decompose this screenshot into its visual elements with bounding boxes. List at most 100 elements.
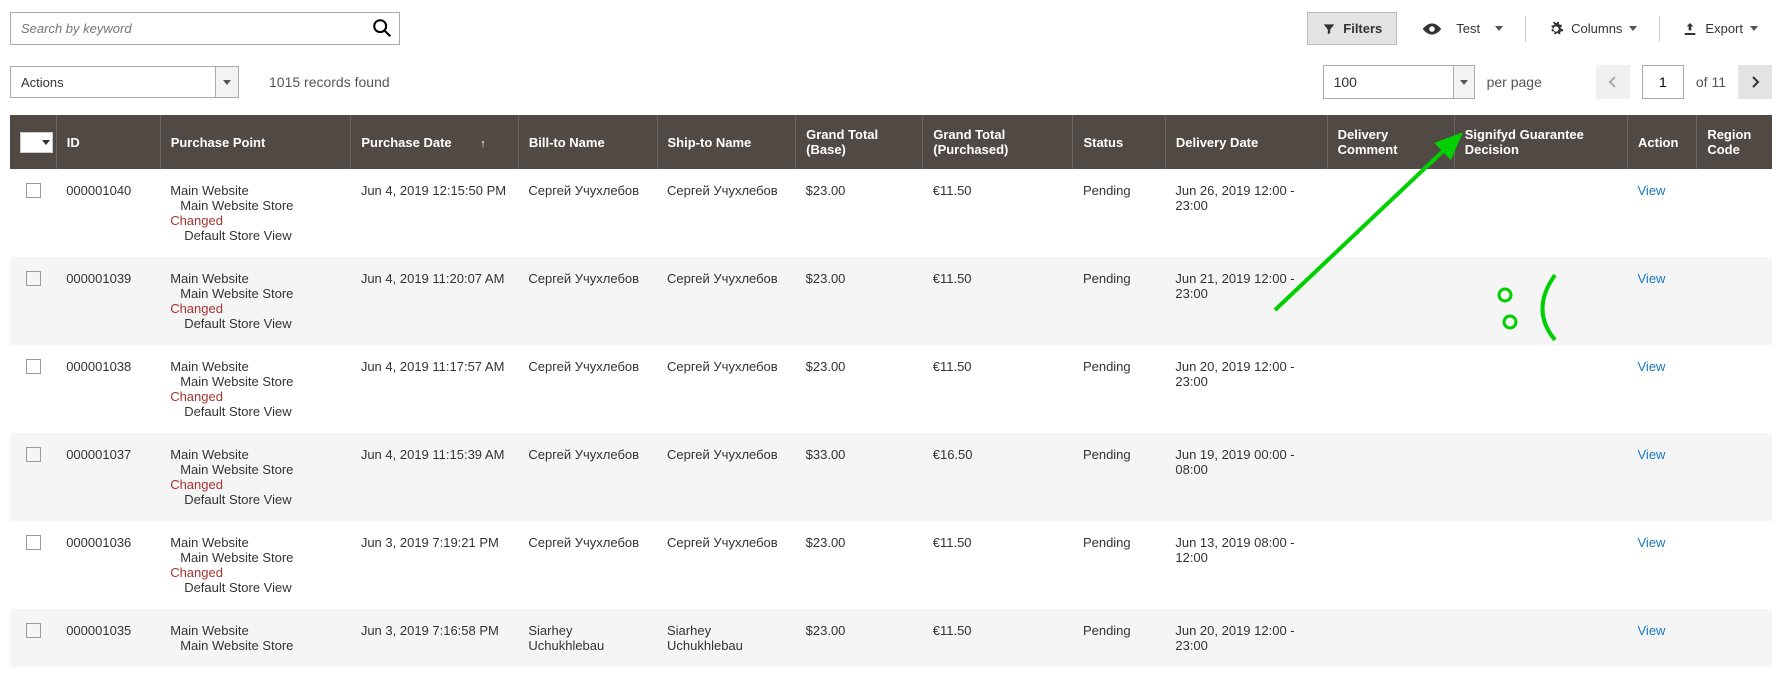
view-link[interactable]: View — [1638, 271, 1666, 286]
pager-next-button[interactable] — [1738, 65, 1772, 99]
cell-date: Jun 4, 2019 11:17:57 AM — [351, 345, 519, 433]
header-purchase-date[interactable]: Purchase Date ↑ — [351, 115, 519, 169]
gear-icon — [1548, 21, 1564, 37]
header-purchase-point[interactable]: Purchase Point — [160, 115, 351, 169]
cell-region — [1697, 433, 1772, 521]
view-link[interactable]: View — [1638, 183, 1666, 198]
cell-signifyd — [1454, 521, 1627, 609]
table-row[interactable]: 000001035 Main Website Main Website Stor… — [10, 609, 1772, 667]
header-grand-total-purchased[interactable]: Grand Total (Purchased) — [923, 115, 1073, 169]
header-bill-to[interactable]: Bill-to Name — [518, 115, 657, 169]
cell-purchase-point: Main Website Main Website Store ChangedD… — [160, 257, 351, 345]
cell-ship-to: Сергей Учухлебов — [657, 433, 796, 521]
cell-bill-to: Сергей Учухлебов — [518, 257, 657, 345]
filters-button[interactable]: Filters — [1307, 12, 1397, 45]
view-link[interactable]: View — [1638, 447, 1666, 462]
cell-id: 000001036 — [56, 521, 160, 609]
test-label: Test — [1456, 21, 1480, 36]
view-link[interactable]: View — [1638, 623, 1666, 638]
row-checkbox[interactable] — [26, 183, 41, 198]
header-signifyd[interactable]: Signifyd Guarantee Decision — [1454, 115, 1627, 169]
row-checkbox[interactable] — [26, 623, 41, 638]
table-row[interactable]: 000001040 Main Website Main Website Stor… — [10, 169, 1772, 257]
cell-bill-to: Siarhey Uchukhlebau — [518, 609, 657, 667]
cell-bill-to: Сергей Учухлебов — [518, 169, 657, 257]
pager-prev-button[interactable] — [1596, 65, 1630, 99]
columns-button[interactable]: Columns — [1534, 12, 1651, 45]
row-checkbox[interactable] — [26, 271, 41, 286]
row-checkbox[interactable] — [26, 447, 41, 462]
search-input[interactable] — [10, 12, 400, 45]
pager-current-input[interactable] — [1642, 65, 1684, 99]
actions-trigger[interactable] — [215, 66, 239, 98]
view-link[interactable]: View — [1638, 535, 1666, 550]
cell-bill-to: Сергей Учухлебов — [518, 433, 657, 521]
export-icon — [1682, 21, 1698, 37]
cell-grand-total-purchased: €11.50 — [923, 609, 1073, 667]
perpage-dropdown[interactable]: 100 — [1323, 65, 1475, 99]
table-row[interactable]: 000001039 Main Website Main Website Stor… — [10, 257, 1772, 345]
cell-grand-total-purchased: €11.50 — [923, 257, 1073, 345]
cell-region — [1697, 257, 1772, 345]
cell-delivery-comment — [1327, 521, 1454, 609]
cell-status: Pending — [1073, 609, 1165, 667]
cell-ship-to: Сергей Учухлебов — [657, 521, 796, 609]
view-link[interactable]: View — [1638, 359, 1666, 374]
actions-dropdown[interactable]: Actions — [10, 66, 239, 98]
cell-date: Jun 4, 2019 11:15:39 AM — [351, 433, 519, 521]
cell-purchase-point: Main Website Main Website Store ChangedD… — [160, 521, 351, 609]
cell-grand-total-purchased: €11.50 — [923, 521, 1073, 609]
header-checkbox[interactable] — [10, 115, 56, 169]
cell-delivery-comment — [1327, 169, 1454, 257]
cell-status: Pending — [1073, 257, 1165, 345]
cell-status: Pending — [1073, 169, 1165, 257]
header-region[interactable]: Region Code — [1697, 115, 1772, 169]
cell-status: Pending — [1073, 521, 1165, 609]
cell-bill-to: Сергей Учухлебов — [518, 521, 657, 609]
caret-down-icon — [223, 80, 231, 85]
toolbar-top: Filters Test Columns Export — [10, 12, 1772, 45]
toolbar-right: Filters Test Columns Export — [1307, 12, 1772, 45]
header-ship-to[interactable]: Ship-to Name — [657, 115, 796, 169]
cell-delivery-comment — [1327, 433, 1454, 521]
cell-delivery-date: Jun 26, 2019 12:00 - 23:00 — [1165, 169, 1327, 257]
table-header: ID Purchase Point Purchase Date ↑ Bill-t… — [10, 115, 1772, 169]
cell-grand-total-base: $23.00 — [796, 257, 923, 345]
cell-ship-to: Сергей Учухлебов — [657, 257, 796, 345]
table-row[interactable]: 000001036 Main Website Main Website Stor… — [10, 521, 1772, 609]
cell-id: 000001035 — [56, 609, 160, 667]
caret-down-icon — [1460, 80, 1468, 85]
cell-date: Jun 3, 2019 7:16:58 PM — [351, 609, 519, 667]
cell-signifyd — [1454, 345, 1627, 433]
export-button[interactable]: Export — [1668, 12, 1772, 45]
table-row[interactable]: 000001037 Main Website Main Website Stor… — [10, 433, 1772, 521]
actions-label: Actions — [10, 66, 215, 98]
cell-purchase-point: Main Website Main Website Store ChangedD… — [160, 169, 351, 257]
export-label: Export — [1705, 21, 1743, 36]
cell-signifyd — [1454, 257, 1627, 345]
cell-grand-total-base: $23.00 — [796, 345, 923, 433]
cell-id: 000001038 — [56, 345, 160, 433]
row-checkbox[interactable] — [26, 535, 41, 550]
search-icon[interactable] — [371, 17, 393, 42]
chevron-left-icon — [1608, 76, 1618, 88]
header-status[interactable]: Status — [1073, 115, 1165, 169]
filters-label: Filters — [1343, 21, 1382, 36]
caret-down-icon — [1629, 26, 1637, 31]
perpage-trigger[interactable] — [1453, 65, 1475, 99]
table-row[interactable]: 000001038 Main Website Main Website Stor… — [10, 345, 1772, 433]
cell-grand-total-purchased: €11.50 — [923, 169, 1073, 257]
search-box — [10, 12, 400, 45]
sort-asc-icon: ↑ — [480, 138, 486, 150]
header-grand-total-base[interactable]: Grand Total (Base) — [796, 115, 923, 169]
cell-date: Jun 4, 2019 12:15:50 PM — [351, 169, 519, 257]
header-action[interactable]: Action — [1628, 115, 1697, 169]
view-toggle-button[interactable]: Test — [1407, 12, 1517, 45]
eye-icon — [1421, 22, 1443, 36]
caret-down-icon — [42, 140, 50, 145]
header-delivery-date[interactable]: Delivery Date — [1165, 115, 1327, 169]
header-delivery-comment[interactable]: Delivery Comment — [1327, 115, 1454, 169]
row-checkbox[interactable] — [26, 359, 41, 374]
header-id[interactable]: ID — [56, 115, 160, 169]
divider — [1525, 16, 1526, 42]
